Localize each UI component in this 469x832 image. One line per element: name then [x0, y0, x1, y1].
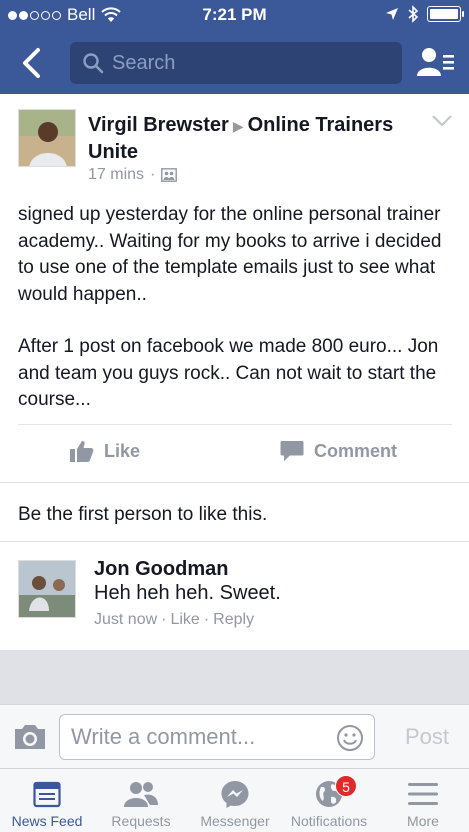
messenger-icon [221, 781, 249, 808]
group-privacy-icon [161, 168, 178, 182]
post-paragraph: After 1 post on facebook we made 800 eur… [18, 336, 439, 410]
bluetooth-icon [408, 5, 419, 23]
like-button[interactable]: Like [70, 440, 140, 462]
camera-icon[interactable] [13, 723, 47, 751]
comment-like-link[interactable]: Like [170, 611, 199, 628]
tab-requests[interactable]: Requests [94, 769, 188, 832]
post-meta: 17 mins · [88, 166, 178, 184]
location-icon [386, 8, 398, 20]
post-header[interactable]: Virgil Brewster ▶ Online Trainers Unite [88, 112, 418, 165]
post-paragraph: signed up yesterday for the online perso… [18, 204, 442, 305]
back-arrow-icon[interactable] [16, 46, 50, 80]
smiley-icon[interactable] [336, 724, 364, 752]
status-bar: Bell 7:21 PM [0, 0, 469, 32]
comment-input[interactable]: Write a comment... [59, 714, 375, 760]
author-avatar[interactable] [18, 109, 76, 167]
divider [0, 541, 469, 542]
likes-summary: Be the first person to like this. [18, 504, 268, 525]
comment-button[interactable]: Comment [280, 440, 397, 462]
comment-placeholder: Write a comment... [71, 724, 256, 749]
tab-bar: News Feed Requests Messenger 5 Notificat… [0, 768, 469, 832]
comment-icon [280, 441, 304, 461]
post-body: signed up yesterday for the online perso… [18, 202, 458, 414]
comment-text: Heh heh heh. Sweet. [94, 582, 281, 604]
post-button[interactable]: Post [405, 724, 449, 750]
commenter-name[interactable]: Jon Goodman [94, 558, 228, 581]
post-time[interactable]: 17 mins [88, 166, 144, 184]
menu-icon [408, 783, 438, 805]
comment-meta: Just now · Like · Reply [94, 611, 255, 628]
friend-list-icon[interactable] [417, 46, 455, 80]
empty-area [0, 650, 469, 704]
divider [18, 424, 452, 425]
comment-composer: Write a comment... Post [0, 704, 469, 768]
post-actions: Like Comment [0, 430, 469, 478]
divider [0, 482, 469, 483]
tab-more[interactable]: More [376, 769, 469, 832]
tab-news-feed[interactable]: News Feed [0, 769, 94, 832]
search-bar[interactable]: Search [70, 42, 402, 84]
battery-icon [427, 6, 464, 22]
news-feed-icon [33, 781, 61, 808]
tab-messenger[interactable]: Messenger [188, 769, 282, 832]
search-placeholder: Search [112, 51, 176, 74]
author-name[interactable]: Virgil Brewster [88, 114, 229, 136]
chevron-down-icon[interactable] [431, 114, 453, 128]
search-icon [83, 53, 104, 74]
requests-icon [124, 782, 158, 807]
top-bar: Bell 7:21 PM Search [0, 0, 469, 94]
thumbs-up-icon [70, 441, 94, 462]
comment-time: Just now [94, 611, 158, 628]
comment-reply-link[interactable]: Reply [213, 611, 254, 628]
notification-badge: 5 [335, 775, 357, 797]
commenter-avatar[interactable] [18, 560, 76, 618]
tab-notifications[interactable]: 5 Notifications [282, 769, 376, 832]
arrow-right-icon: ▶ [232, 117, 244, 134]
